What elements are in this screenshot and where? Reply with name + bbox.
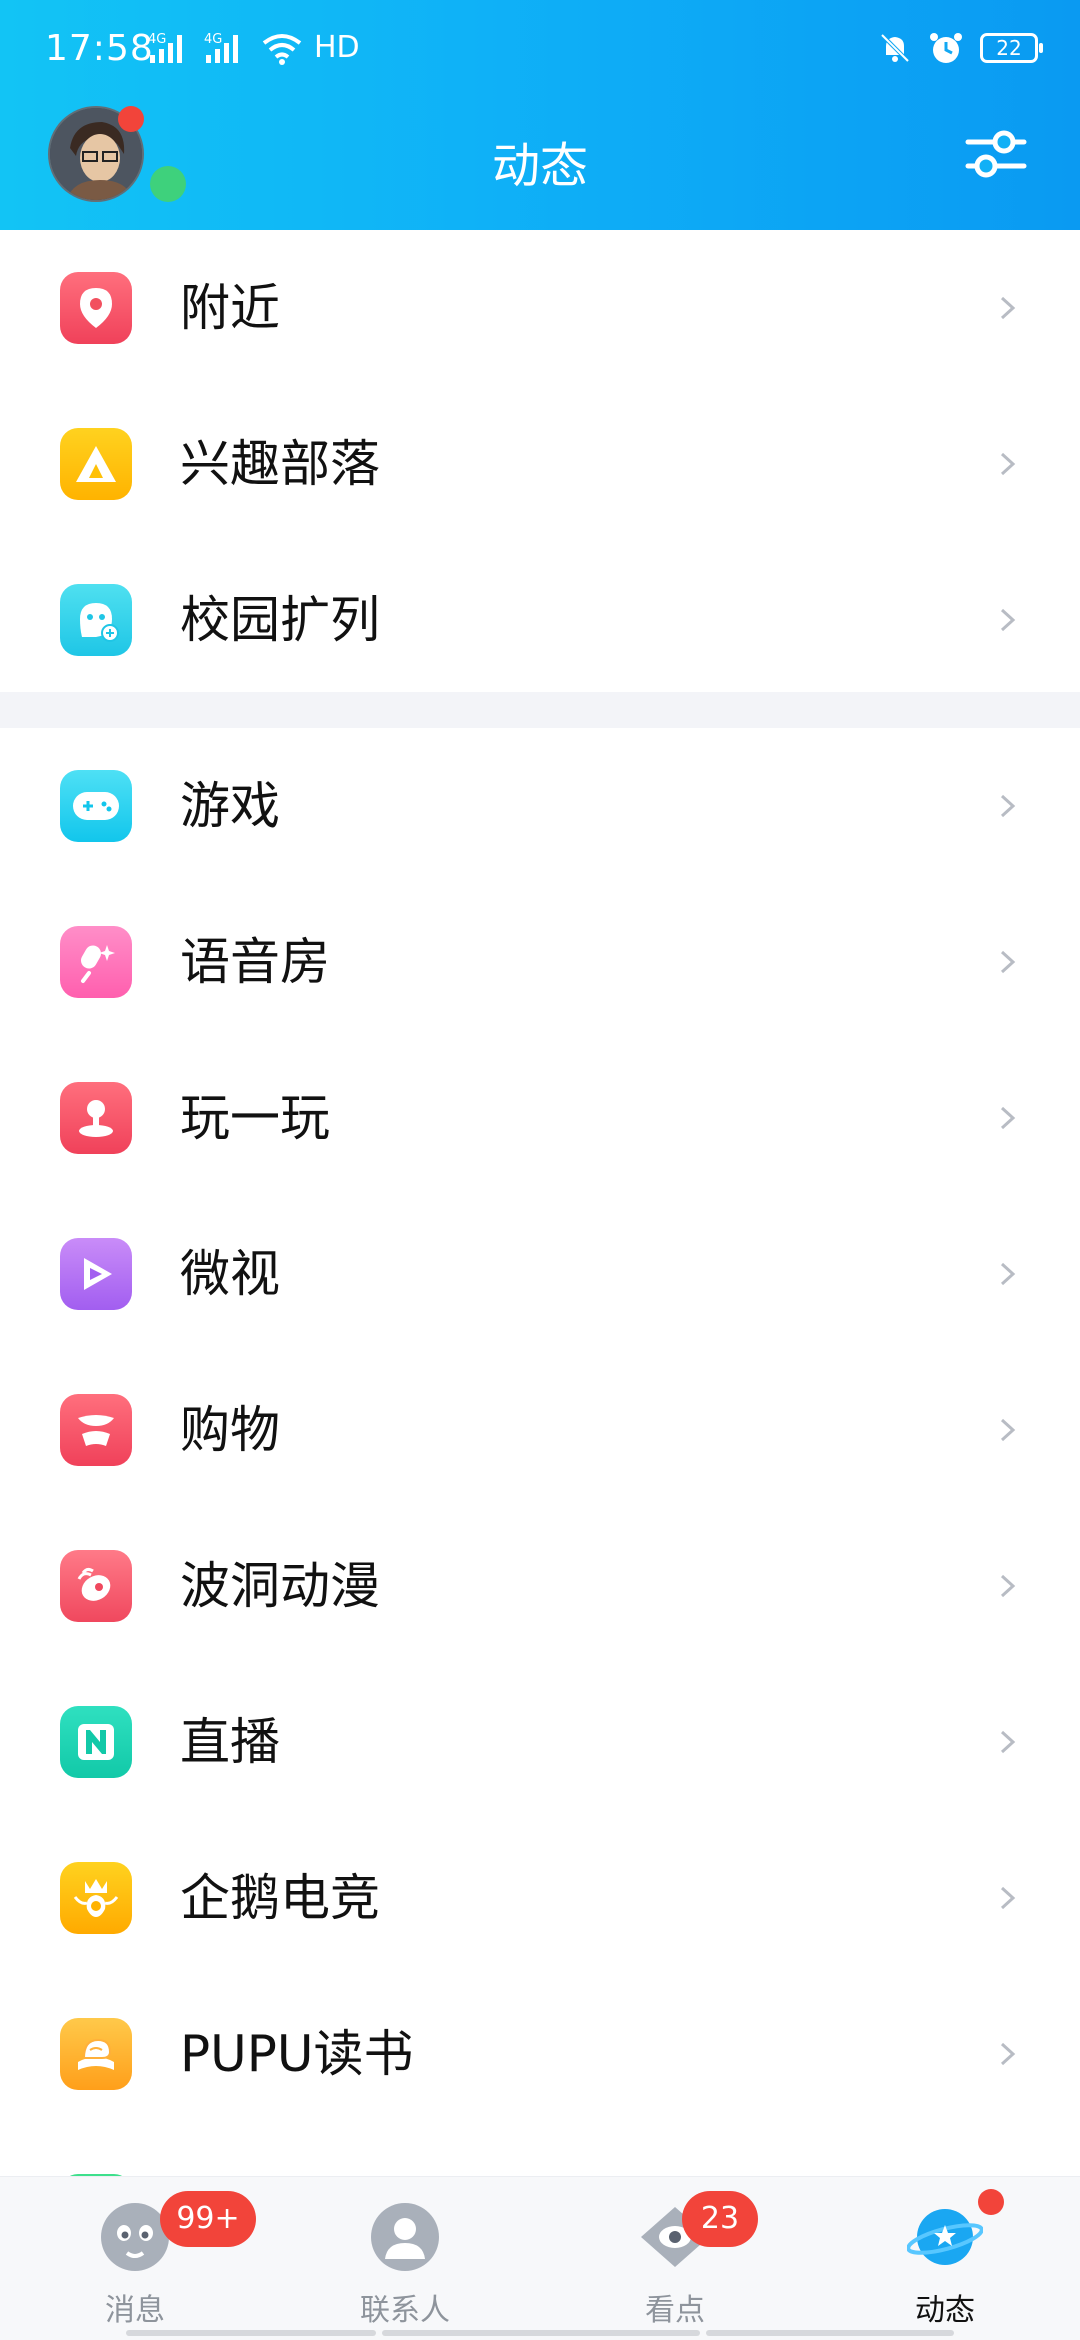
list-item-games[interactable]: 游戏: [0, 728, 1080, 884]
list-item-label: 兴趣部落: [180, 435, 380, 493]
home-indicator-left: [126, 2330, 376, 2336]
chevron-right-icon: [1000, 1730, 1016, 1754]
home-indicator-center: [382, 2330, 700, 2336]
hd-label: HD: [314, 30, 360, 65]
esports-icon: [60, 1862, 132, 1934]
list-item-label: 玩一玩: [180, 1089, 330, 1147]
list-item-live[interactable]: 直播: [0, 1664, 1080, 1820]
chevron-right-icon: [1000, 1886, 1016, 1910]
status-network-group: 4G 4G HD: [148, 30, 360, 65]
list-item-label: 直播: [180, 1713, 280, 1771]
joystick-icon: [60, 1082, 132, 1154]
list-item-penguin-esports[interactable]: 企鹅电竞: [0, 1820, 1080, 1976]
chevron-right-icon: [1000, 452, 1016, 476]
feed-notification-dot: [978, 2189, 1004, 2215]
home-indicator-right: [706, 2330, 954, 2336]
list-item-label: 游戏: [180, 777, 280, 835]
list-item-campus-friends[interactable]: 校园扩列: [0, 542, 1080, 698]
list-item-label: 企鹅电竞: [180, 1869, 380, 1927]
status-system-group: 22: [878, 30, 1043, 66]
contacts-icon: [371, 2203, 439, 2271]
chevron-right-icon: [1000, 794, 1016, 818]
list-item-label: PUPU读书: [180, 2025, 414, 2083]
list-item-shopping[interactable]: 购物: [0, 1352, 1080, 1508]
wifi-icon: [262, 33, 302, 65]
book-icon: [60, 2018, 132, 2090]
page-title: 动态: [491, 138, 588, 194]
status-time: 17:58: [45, 28, 154, 69]
chevron-right-icon: [1000, 1574, 1016, 1598]
shopping-icon: [60, 1394, 132, 1466]
tab-label: 看点: [645, 2293, 705, 2328]
battery-indicator: 22: [980, 33, 1043, 63]
status-bar: 17:58 4G 4G HD 22: [0, 0, 1080, 100]
header-bar: 17:58 4G 4G HD 22 动态: [0, 0, 1080, 230]
planet-icon: [907, 2209, 983, 2265]
chevron-right-icon: [1000, 1262, 1016, 1286]
chevron-right-icon: [1000, 950, 1016, 974]
chevron-right-icon: [1000, 608, 1016, 632]
tab-label: 消息: [105, 2293, 165, 2328]
tab-kandian[interactable]: 看点 23: [540, 2177, 810, 2340]
live-icon: [60, 1706, 132, 1778]
tab-feed[interactable]: 动态: [810, 2177, 1080, 2340]
feature-list-section-2: 游戏 语音房 玩一玩 微视 购物 波洞动漫 直播 企鹅电竞 PUPU读书: [0, 728, 1080, 2288]
list-item-bodong-anime[interactable]: 波洞动漫: [0, 1508, 1080, 1664]
tab-messages[interactable]: 消息 99+: [0, 2177, 270, 2340]
list-item-voice-room[interactable]: 语音房: [0, 884, 1080, 1040]
list-item-pupu-reading[interactable]: PUPU读书: [0, 1976, 1080, 2132]
signal-4g-icon: 4G: [148, 32, 182, 63]
chevron-right-icon: [1000, 2042, 1016, 2066]
tab-label: 动态: [915, 2293, 975, 2328]
anime-icon: [60, 1550, 132, 1622]
microphone-icon: [60, 926, 132, 998]
chevron-right-icon: [1000, 1418, 1016, 1442]
gamepad-icon: [60, 770, 132, 842]
chevron-right-icon: [1000, 1106, 1016, 1130]
slider-settings-icon: [965, 130, 1027, 178]
tab-contacts[interactable]: 联系人: [270, 2177, 540, 2340]
list-item-label: 附近: [180, 279, 280, 337]
list-item-label: 语音房: [180, 933, 330, 991]
network-label-2: 4G: [204, 32, 222, 47]
alarm-icon: [930, 33, 962, 63]
unread-badge: 99+: [160, 2191, 256, 2247]
signal-4g-icon-2: 4G: [204, 32, 238, 63]
play-icon: [60, 1238, 132, 1310]
list-item-nearby[interactable]: 附近: [0, 230, 1080, 386]
list-item-label: 购物: [180, 1401, 280, 1459]
location-pin-icon: [60, 272, 132, 344]
mute-bell-icon: [880, 33, 910, 63]
list-item-interest-tribe[interactable]: 兴趣部落: [0, 386, 1080, 542]
tent-icon: [60, 428, 132, 500]
section-divider: [0, 692, 1080, 728]
bottom-tab-bar: 消息 99+ 联系人 看点 23 动态: [0, 2176, 1080, 2340]
feature-list-section-1: 附近 兴趣部落 校园扩列: [0, 230, 1080, 698]
list-item-weishi[interactable]: 微视: [0, 1196, 1080, 1352]
unread-badge: 23: [682, 2191, 758, 2247]
chevron-right-icon: [1000, 296, 1016, 320]
network-label-1: 4G: [148, 32, 166, 47]
settings-filter-button[interactable]: [962, 124, 1030, 184]
list-item-label: 微视: [180, 1245, 280, 1303]
tab-label: 联系人: [360, 2293, 450, 2328]
list-item-label: 波洞动漫: [180, 1557, 380, 1615]
list-item-play[interactable]: 玩一玩: [0, 1040, 1080, 1196]
campus-friend-icon: [60, 584, 132, 656]
list-item-label: 校园扩列: [180, 591, 380, 649]
